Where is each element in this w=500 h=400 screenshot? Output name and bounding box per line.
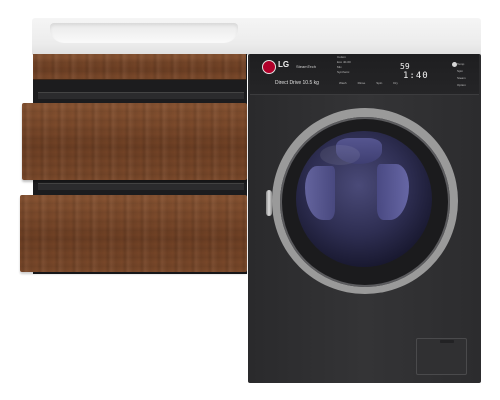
program-list: Cotton Eco 40-60 Mix Synthetic [337,56,395,74]
status-wash: Wash [339,81,347,85]
option-buttons: Temp Spin Steam Option [457,62,466,87]
brand-logo-text: LG [278,60,290,69]
filter-hatch[interactable] [416,338,467,375]
capacity-label: Direct Drive 10.5 kg [275,80,319,86]
drawer-bottom[interactable] [20,195,247,272]
status-spin: Spin [376,81,383,85]
status-dry: Dry [393,81,398,85]
display-temperature: 59 [400,62,410,71]
lg-logo-icon [262,60,276,74]
program-item[interactable]: Mix [337,66,395,69]
door-handle[interactable] [266,190,272,216]
glass-reflection [320,145,360,165]
option-temp-button[interactable]: Temp [457,62,466,66]
drawer-rail [38,183,244,190]
filter-hatch-notch [440,340,454,343]
program-item[interactable]: Cotton [337,56,395,59]
display-time: 1:40 [403,71,429,81]
program-item[interactable]: Synthetic [337,71,395,74]
tagline: SteamTech [296,64,317,69]
option-more-button[interactable]: Option [457,83,466,87]
drawer-top[interactable] [22,103,247,180]
status-rinse: Rinse [357,81,366,85]
option-spin-button[interactable]: Spin [457,69,466,73]
option-steam-button[interactable]: Steam [457,76,466,80]
sink-basin [50,23,238,43]
cabinet-top-panel [33,54,246,80]
drawer-rail [38,92,244,99]
program-item[interactable]: Eco 40-60 [337,61,395,64]
status-indicators: Wash Rinse Spin Dry [339,81,398,85]
